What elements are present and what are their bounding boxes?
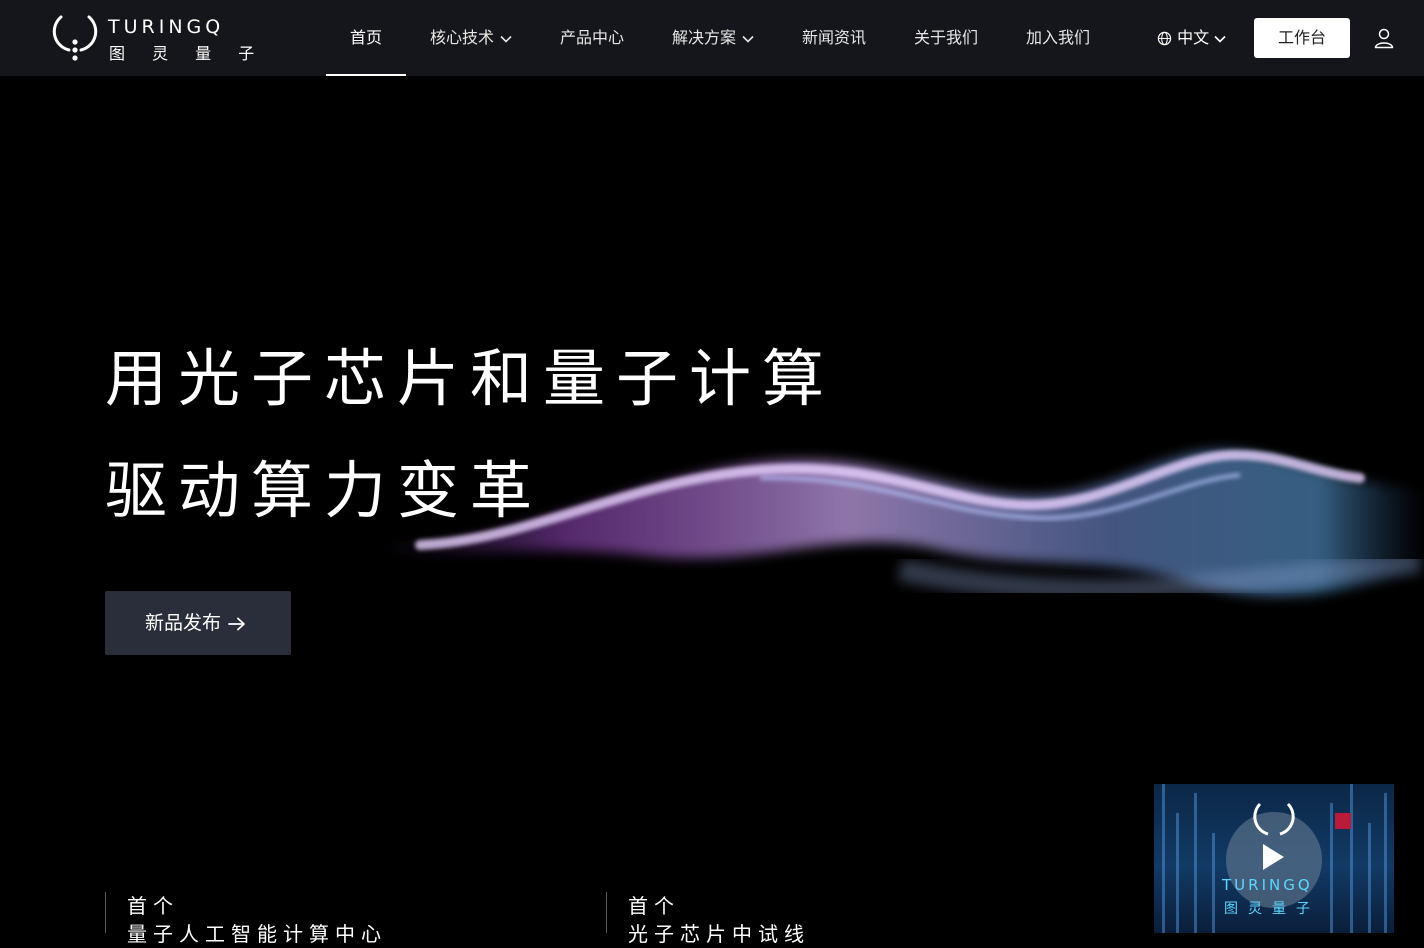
nav-item-careers[interactable]: 加入我们: [1026, 0, 1090, 76]
stat-item: 首个 量子人工智能计算中心: [105, 892, 607, 946]
language-label: 中文: [1177, 28, 1210, 47]
nav-item-label: 产品中心: [560, 28, 625, 47]
brand-name-cn: 图 灵 量 子: [109, 44, 266, 63]
nav-item-home[interactable]: 首页: [326, 0, 406, 76]
nav-item-label: 解决方案: [672, 28, 737, 47]
logo-mark-icon: [52, 15, 98, 61]
nav-item-about[interactable]: 关于我们: [914, 0, 978, 76]
workbench-button[interactable]: 工作台: [1254, 18, 1350, 58]
video-thumbnail[interactable]: TURINGQ 图灵量子: [1154, 784, 1394, 933]
stat-value: 量子人工智能计算中心: [127, 922, 387, 946]
play-icon[interactable]: [1260, 842, 1286, 872]
nav-item-label: 核心技术: [430, 28, 495, 47]
new-product-launch-button[interactable]: 新品发布: [105, 591, 291, 655]
video-decor-square: [1335, 813, 1351, 829]
nav-item-core-tech[interactable]: 核心技术: [430, 0, 512, 76]
nav-item-label: 新闻资讯: [802, 28, 867, 47]
chevron-down-icon: [500, 35, 512, 43]
nav-item-label: 关于我们: [914, 28, 979, 47]
cta-label: 新品发布: [145, 612, 222, 634]
nav-item-news[interactable]: 新闻资讯: [802, 0, 866, 76]
video-brand-en: TURINGQ: [1222, 876, 1313, 894]
nav-item-solutions[interactable]: 解决方案: [672, 0, 754, 76]
video-logo-mark-icon: [1253, 802, 1295, 836]
stat-item: 首个 光子芯片中试线: [606, 892, 1108, 946]
hero-headline-line-1: 用光子芯片和量子计算: [105, 342, 836, 415]
video-brand-cn: 图灵量子: [1224, 901, 1320, 917]
top-navigation-bar: TURINGQ 图 灵 量 子 首页 核心技术 产品中心 解决方案 新闻资讯 关…: [0, 0, 1424, 76]
globe-icon: [1157, 31, 1172, 46]
active-underline: [326, 74, 406, 76]
nav-item-products[interactable]: 产品中心: [560, 0, 624, 76]
arrow-right-icon: [228, 617, 245, 630]
brand-name-en: TURINGQ: [108, 16, 225, 38]
chevron-down-icon: [742, 35, 754, 43]
language-selector[interactable]: 中文: [1157, 0, 1226, 76]
brand-logo[interactable]: TURINGQ 图 灵 量 子: [52, 12, 254, 64]
chevron-down-icon: [1214, 35, 1226, 43]
stat-label: 首个: [628, 894, 680, 918]
nav-item-label: 加入我们: [1026, 28, 1091, 47]
stat-label: 首个: [127, 894, 179, 918]
user-account-icon[interactable]: [1373, 27, 1395, 49]
stat-value: 光子芯片中试线: [628, 922, 810, 946]
nav-item-label: 首页: [349, 28, 382, 47]
hero-headline-line-2: 驱动算力变革: [105, 454, 544, 527]
